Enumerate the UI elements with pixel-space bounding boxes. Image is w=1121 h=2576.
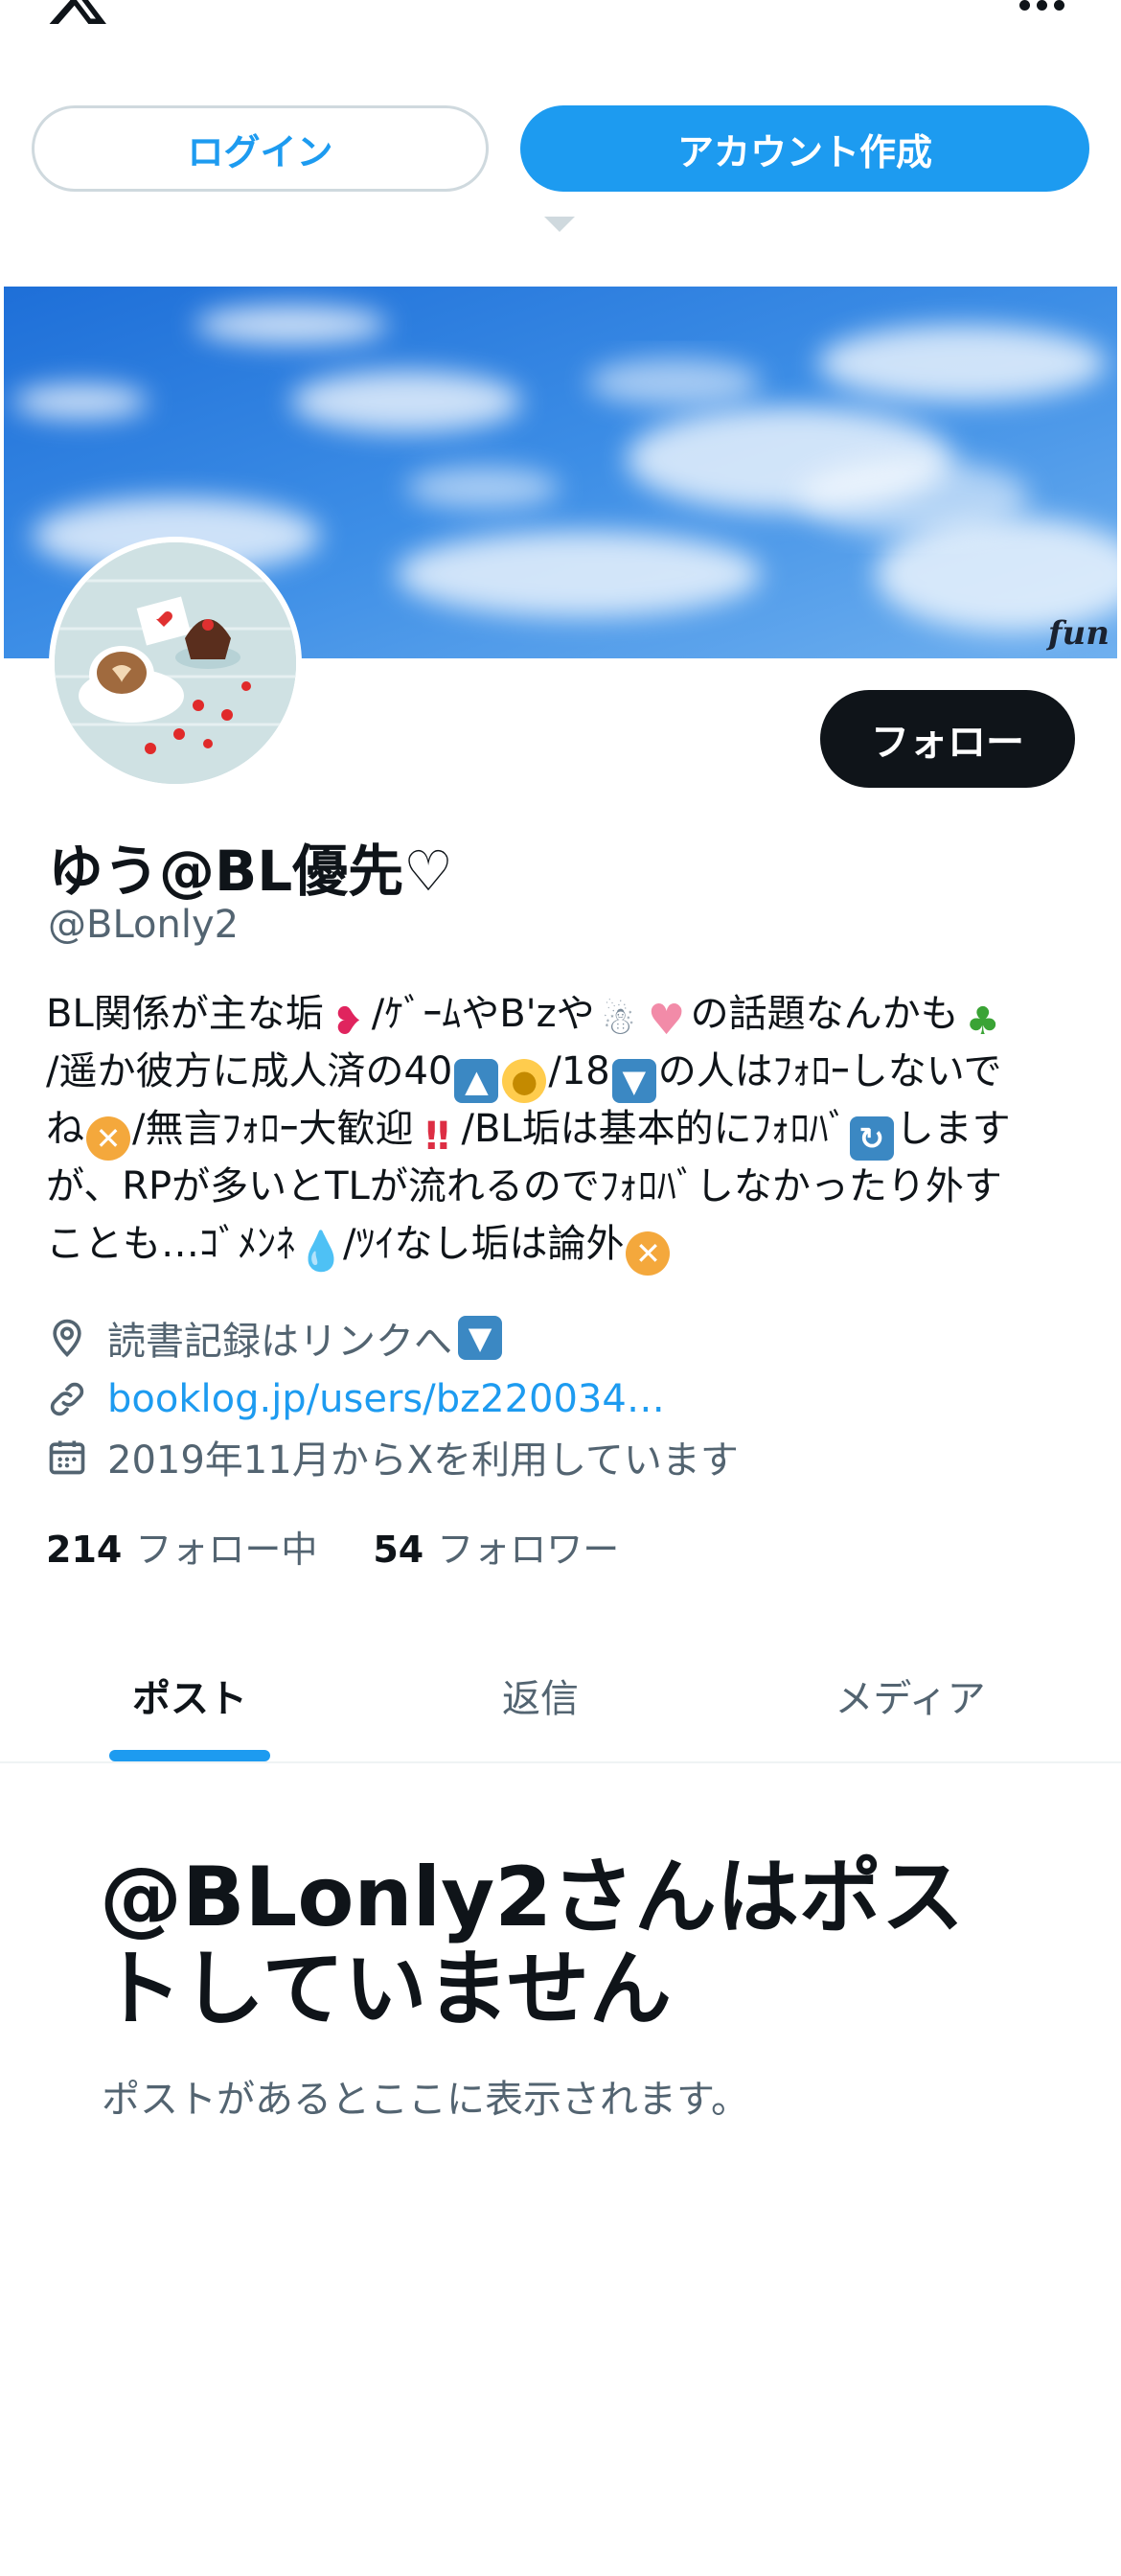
up-arrow-emoji-icon: ▲ (454, 1059, 499, 1103)
avatar[interactable] (49, 537, 302, 790)
link-row[interactable]: booklog.jp/users/bz220034… (46, 1372, 665, 1426)
down-arrow-emoji-icon: ▼ (458, 1316, 502, 1360)
following-stat[interactable]: 214 フォロー中 (46, 1520, 317, 1573)
two-hearts-emoji-icon: ❥ (331, 1000, 364, 1044)
bio-text: /ﾂｲなし垢は論外 (343, 1222, 625, 1266)
calendar-icon (49, 1440, 85, 1475)
joined-row: 2019年11月からXを利用しています (46, 1430, 739, 1484)
following-label: フォロー中 (135, 1528, 318, 1571)
followers-label: フォロワー (437, 1528, 620, 1571)
tab-media[interactable]: メディア (795, 1629, 1025, 1761)
down-arrow-emoji-icon: ▼ (611, 1059, 656, 1103)
bio-text: /遥か彼方に成人済の40 (46, 1049, 453, 1093)
x-logo-icon[interactable] (46, 0, 109, 29)
bio-text: の話題なんかも (690, 992, 959, 1036)
create-account-button[interactable]: アカウント作成 (520, 105, 1089, 192)
followers-count: 54 (373, 1528, 424, 1571)
top-bar (0, 0, 1121, 38)
follow-button[interactable]: フォロー (820, 690, 1075, 788)
person-emoji-icon: ● (502, 1059, 547, 1103)
person-gesturing-emoji-icon: ✕ (86, 1116, 130, 1161)
bio-text: BL関係が主な垢 (46, 992, 324, 1036)
bio-text: /ｹﾞｰﾑやB'zや (371, 992, 595, 1036)
bio-line: が、RPが多いとTLが流れるのでﾌｫﾛﾊﾞしなかったり外す (46, 1158, 1081, 1215)
location-row: 読書記録はリンクへ ▼ (46, 1311, 504, 1365)
repeat-emoji-icon: ↻ (849, 1116, 894, 1161)
bio-line: /遥か彼方に成人済の40 ▲ ●/18 ▼ の人はﾌｫﾛｰしないで (46, 1043, 1081, 1103)
followers-stat[interactable]: 54 フォロワー (373, 1520, 619, 1573)
empty-state-subtitle: ポストがあるとここに表示されます。 (102, 2078, 749, 2122)
handle: @BLonly2 (48, 903, 240, 947)
bio-line: BL関係が主な垢 ❥/ｹﾞｰﾑやB'zや ☃ ♥ の話題なんかも ♣ (46, 985, 1081, 1045)
bio-text: の人はﾌｫﾛｰしないで (657, 1049, 1002, 1093)
bio: BL関係が主な垢 ❥/ｹﾞｰﾑやB'zや ☃ ♥ の話題なんかも ♣ /遥か彼方に成人済の… (46, 985, 1081, 1276)
banner-watermark: fun (1047, 614, 1110, 653)
bio-text: が、RPが多いとTLが流れるのでﾌｫﾛﾊﾞしなかったり外す (46, 1164, 1002, 1208)
profile-tabs: ポスト 返信 メディア (0, 1629, 1121, 1763)
link-icon (50, 1382, 84, 1416)
tab-replies[interactable]: 返信 (426, 1629, 654, 1761)
joined-text: 2019年11月からXを利用しています (107, 1438, 739, 1483)
bio-text: します (895, 1107, 1011, 1151)
snowman-emoji-icon: ☃ (601, 1000, 636, 1044)
login-button[interactable]: ログイン (32, 105, 489, 192)
following-count: 214 (46, 1528, 123, 1571)
bio-line: ね ✕/無言ﾌｫﾛｰ大歓迎 ‼/BL垢は基本的にﾌｫﾛﾊﾞ ↻ します (46, 1100, 1081, 1161)
bio-text: ね (46, 1107, 84, 1151)
double-exclamation-emoji-icon: ‼ (424, 1115, 450, 1159)
active-tab-indicator (109, 1750, 270, 1761)
person-gesturing-no-emoji-icon: ✕ (626, 1231, 671, 1276)
location-pin-icon (53, 1319, 81, 1357)
bio-text: /BL垢は基本的にﾌｫﾛﾊﾞ (461, 1107, 848, 1151)
empty-state-title: @BLonly2さんはポストしていません (100, 1850, 965, 2037)
tab-posts[interactable]: ポスト (73, 1629, 307, 1761)
bio-text: ことも…ｺﾞﾒﾝﾈ (46, 1222, 295, 1266)
bio-text: /無言ﾌｫﾛｰ大歓迎 (132, 1107, 414, 1151)
bio-line: ことも…ｺﾞﾒﾝﾈ💧/ﾂｲなし垢は論外 ✕ (46, 1215, 1081, 1276)
sweat-droplets-emoji-icon: 💧 (297, 1230, 345, 1274)
profile-link[interactable]: booklog.jp/users/bz220034… (107, 1377, 665, 1421)
follow-stats: 214 フォロー中 54 フォロワー (46, 1519, 619, 1573)
pink-heart-emoji-icon: ♥ (647, 996, 686, 1045)
bio-text: /18 (548, 1049, 610, 1093)
more-options-icon[interactable] (1019, 0, 1067, 13)
location-text: 読書記録はリンクへ (107, 1320, 452, 1364)
display-name: ゆう@BL優先♡ (48, 839, 454, 904)
dropdown-caret-icon (544, 217, 575, 232)
four-leaf-clover-emoji-icon: ♣ (965, 1000, 1000, 1044)
